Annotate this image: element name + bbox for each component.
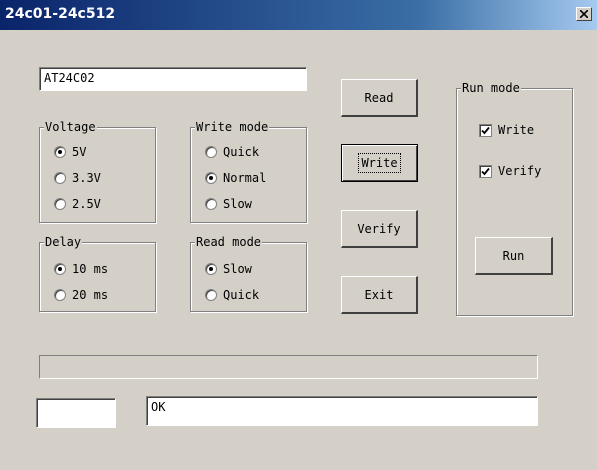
read-button[interactable]: Read <box>341 79 418 117</box>
verify-checkbox[interactable]: Verify <box>479 163 541 179</box>
delay-option-20ms[interactable]: 20 ms <box>54 287 108 303</box>
checkbox-icon <box>479 164 492 178</box>
run-mode-label: Run mode <box>461 80 521 96</box>
close-icon <box>580 10 588 18</box>
write-mode-option-quick[interactable]: Quick <box>205 144 259 160</box>
exit-button[interactable]: Exit <box>341 276 418 314</box>
radio-icon <box>54 289 66 301</box>
delay-label: Delay <box>44 234 83 250</box>
status-message: OK <box>151 400 166 414</box>
radio-icon <box>54 146 66 158</box>
verify-button[interactable]: Verify <box>341 210 418 248</box>
voltage-option-2v5[interactable]: 2.5V <box>54 196 101 212</box>
voltage-option-3v3[interactable]: 3.3V <box>54 170 101 186</box>
radio-icon <box>205 289 217 301</box>
read-mode-option-quick[interactable]: Quick <box>205 287 259 303</box>
write-mode-label: Write mode <box>195 119 270 135</box>
close-button[interactable] <box>576 7 592 21</box>
write-mode-group: Write mode Quick Normal Slow <box>190 119 307 223</box>
window-title: 24c01-24c512 <box>5 6 116 22</box>
main-window: 24c01-24c512 AT24C02 Voltage 5V 3.3V 2.5… <box>0 0 597 470</box>
write-checkbox[interactable]: Write <box>479 122 534 138</box>
status-left-field[interactable] <box>36 398 116 428</box>
radio-icon <box>54 263 66 275</box>
checkbox-icon <box>479 123 492 137</box>
status-message-field[interactable]: OK <box>146 396 538 426</box>
chip-type-field[interactable]: AT24C02 <box>39 67 307 91</box>
write-button[interactable]: Write <box>341 144 418 182</box>
voltage-label: Voltage <box>44 119 97 135</box>
checkmark-icon <box>481 126 490 134</box>
checkmark-icon <box>481 167 490 175</box>
delay-group: Delay 10 ms 20 ms <box>39 234 156 312</box>
radio-icon <box>54 172 66 184</box>
radio-icon <box>205 198 217 210</box>
delay-option-10ms[interactable]: 10 ms <box>54 261 108 277</box>
voltage-option-5v[interactable]: 5V <box>54 144 86 160</box>
read-mode-option-slow[interactable]: Slow <box>205 261 252 277</box>
run-button[interactable]: Run <box>475 237 553 275</box>
radio-icon <box>205 146 217 158</box>
radio-icon <box>205 263 217 275</box>
chip-type-value: AT24C02 <box>44 71 95 85</box>
read-mode-label: Read mode <box>195 234 263 250</box>
title-bar[interactable]: 24c01-24c512 <box>0 0 597 30</box>
voltage-group: Voltage 5V 3.3V 2.5V <box>39 119 156 223</box>
run-mode-group: Run mode Write Verify Run <box>456 80 573 316</box>
write-mode-option-slow[interactable]: Slow <box>205 196 252 212</box>
radio-icon <box>205 172 217 184</box>
radio-icon <box>54 198 66 210</box>
write-mode-option-normal[interactable]: Normal <box>205 170 266 186</box>
progress-bar <box>39 355 538 379</box>
read-mode-group: Read mode Slow Quick <box>190 234 307 312</box>
